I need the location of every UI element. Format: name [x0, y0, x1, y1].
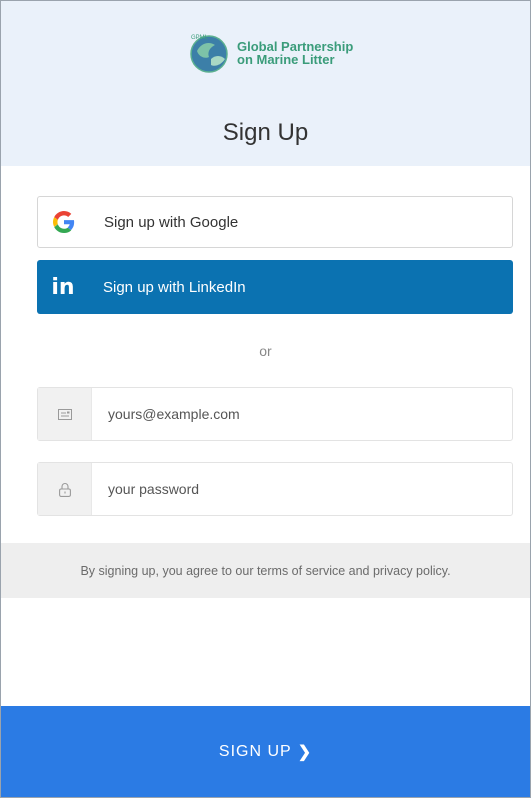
password-field — [37, 462, 513, 516]
google-signup-button[interactable]: Sign up with Google — [37, 196, 513, 248]
header: GPML Global Partnership on Marine Litter… — [1, 1, 530, 166]
linkedin-signup-label: Sign up with LinkedIn — [103, 278, 246, 296]
gpml-logo: GPML Global Partnership on Marine Litter — [187, 31, 353, 75]
google-signup-label: Sign up with Google — [104, 213, 239, 231]
email-input[interactable] — [92, 388, 512, 440]
email-icon — [57, 408, 72, 420]
signup-submit-button[interactable]: SIGN UP ❯ — [1, 706, 530, 797]
lock-icon — [58, 482, 71, 497]
logo-mark-text: GPML — [191, 35, 209, 41]
google-icon — [53, 211, 75, 233]
signup-submit-label: SIGN UP — [218, 742, 292, 760]
logo-line2: on Marine Litter — [237, 52, 335, 67]
signup-panel: GPML Global Partnership on Marine Litter… — [0, 0, 531, 798]
email-field — [37, 387, 513, 441]
page-title: Sign Up — [222, 119, 309, 146]
chevron-right-icon: ❯ — [297, 743, 313, 761]
or-divider: or — [259, 343, 272, 359]
globe-logo-icon: GPML — [190, 35, 228, 73]
password-input[interactable] — [92, 463, 512, 515]
linkedin-signup-button[interactable]: in Sign up with LinkedIn — [37, 260, 513, 314]
terms-notice: By signing up, you agree to our terms of… — [1, 543, 530, 598]
linkedin-icon: in — [51, 274, 75, 300]
